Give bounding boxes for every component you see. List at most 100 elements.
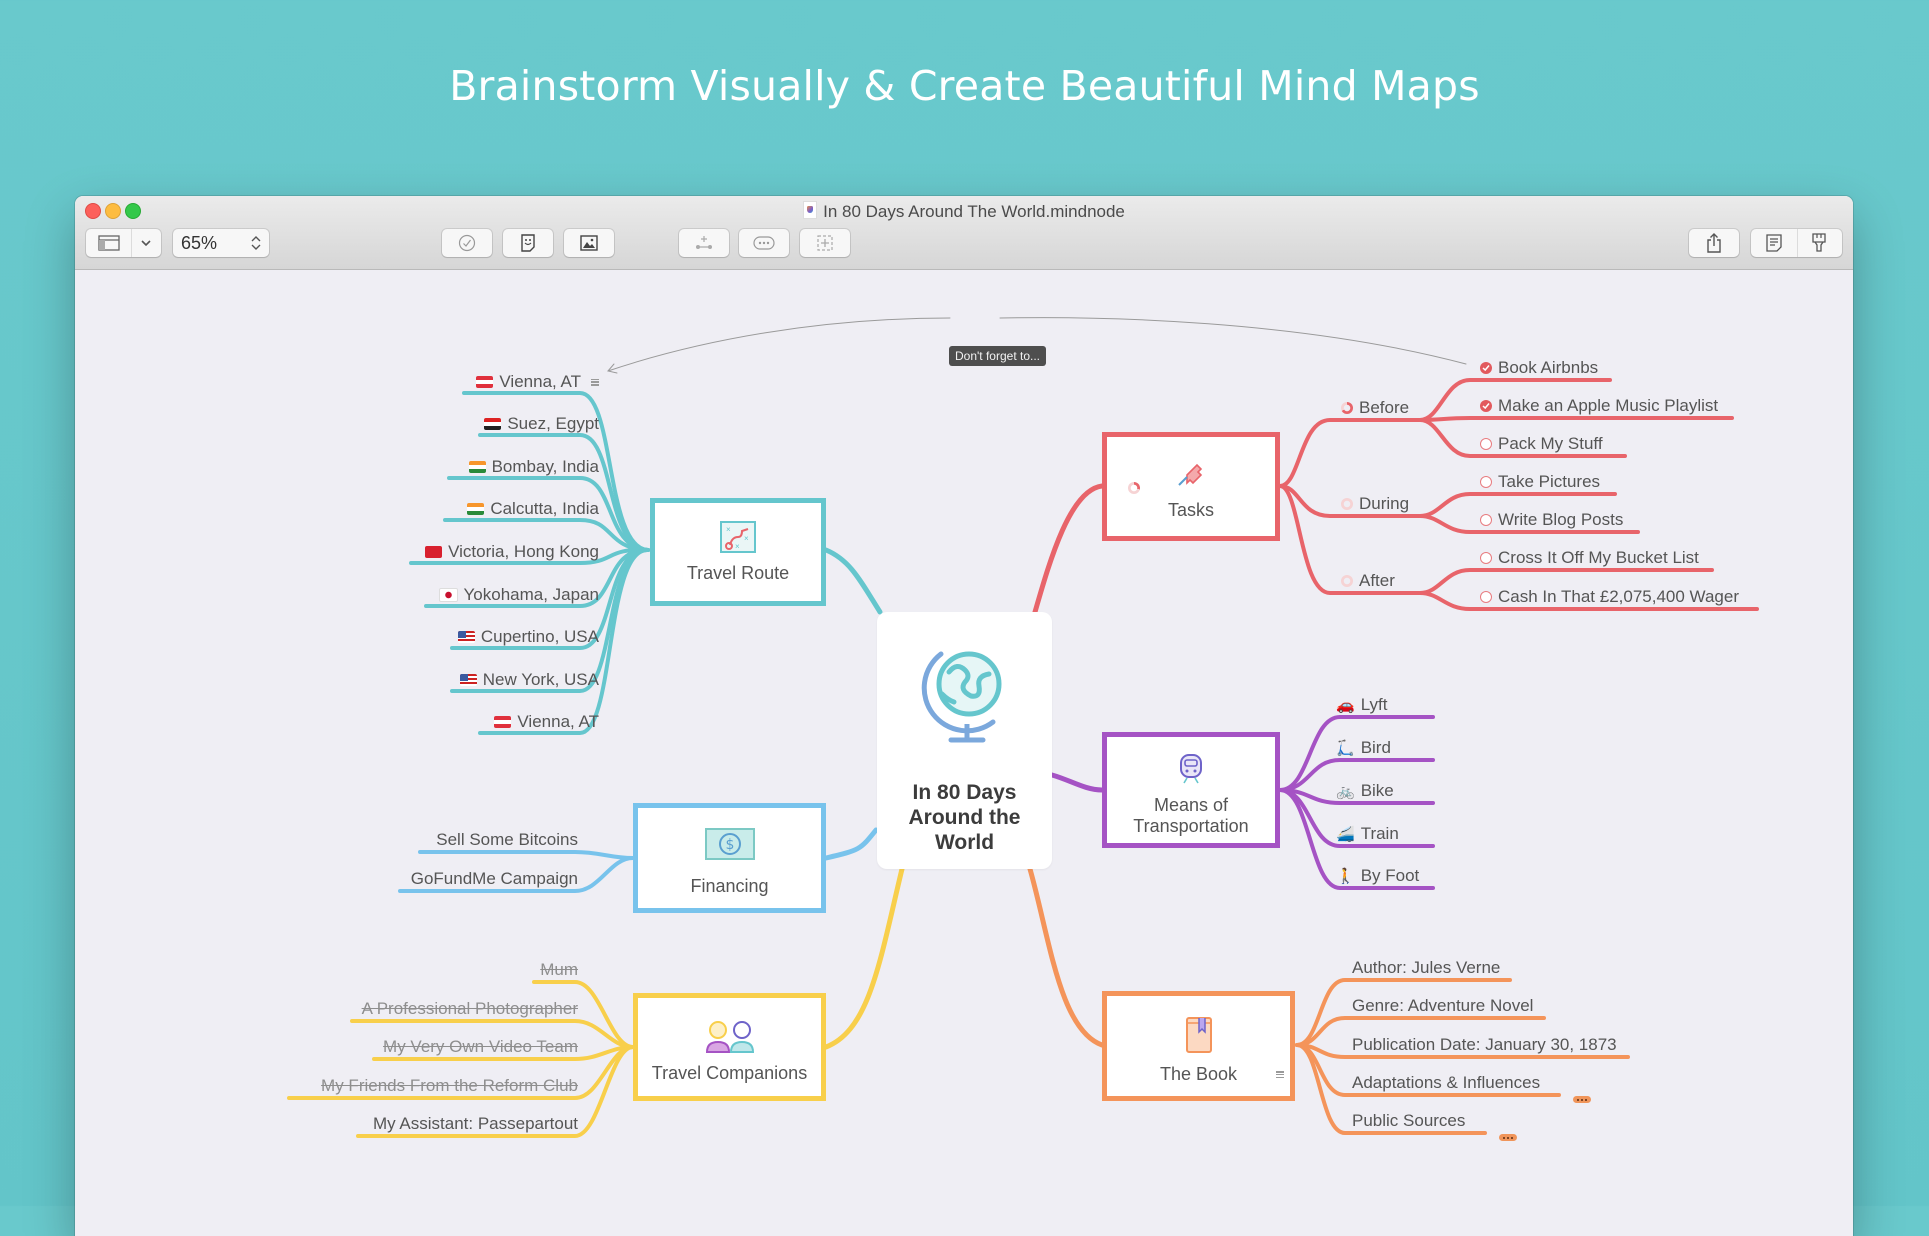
task-group-before[interactable]: Before: [1341, 398, 1409, 418]
node-the-book[interactable]: The Book: [1102, 991, 1295, 1101]
leaf-book[interactable]: Public Sources: [1352, 1111, 1465, 1131]
note-icon[interactable]: [1276, 1071, 1284, 1079]
task-group-during[interactable]: During: [1341, 494, 1409, 514]
task-item[interactable]: Cash In That £2,075,400 Wager: [1480, 587, 1739, 607]
leaf-companion[interactable]: A Professional Photographer: [352, 999, 578, 1019]
node-tasks[interactable]: Tasks: [1102, 432, 1280, 541]
task-progress-indicator: [1341, 575, 1353, 587]
unchecked-task-icon[interactable]: [1480, 476, 1492, 488]
unchecked-task-icon[interactable]: [1480, 514, 1492, 526]
leaf-travel-route-stop[interactable]: Calcutta, India: [449, 499, 599, 519]
leaf-label: Write Blog Posts: [1498, 510, 1624, 529]
leaf-label: Adaptations & Influences: [1352, 1073, 1541, 1092]
task-progress-indicator: [1341, 498, 1353, 510]
leaf-transport[interactable]: 🚶 By Foot: [1336, 866, 1419, 886]
car-icon: 🚗: [1336, 696, 1355, 714]
leaf-travel-route-stop[interactable]: Vienna, AT: [468, 372, 599, 392]
leaf-label: By Foot: [1360, 866, 1420, 885]
leaf-transport[interactable]: 🛴 Bird: [1336, 738, 1391, 758]
node-label: Financing: [690, 876, 769, 896]
central-node[interactable]: In 80 Days Around the World: [877, 612, 1052, 869]
leaf-book[interactable]: Genre: Adventure Novel: [1352, 996, 1533, 1016]
node-label: Travel Route: [686, 563, 790, 583]
leaf-label: Publication Date: January 30, 1873: [1352, 1035, 1617, 1054]
app-window: In 80 Days Around The World.mindnode 65%: [75, 196, 1853, 1236]
leaf-label: Bird: [1360, 738, 1391, 757]
leaf-label: My Friends From the Reform Club: [321, 1076, 578, 1095]
leaf-companion[interactable]: My Very Own Video Team: [374, 1037, 578, 1057]
task-item[interactable]: Cross It Off My Bucket List: [1480, 548, 1699, 568]
unchecked-task-icon[interactable]: [1480, 591, 1492, 603]
leaf-travel-route-stop[interactable]: Bombay, India: [453, 457, 599, 477]
branch-line-financing: [823, 827, 879, 861]
leaf-label: My Very Own Video Team: [383, 1037, 578, 1056]
leaf-travel-route-stop[interactable]: Suez, Egypt: [484, 414, 599, 434]
leaf-label: New York, USA: [482, 670, 599, 689]
flag-in-icon: [468, 461, 486, 473]
node-label: Tasks: [1167, 500, 1214, 520]
leaf-companion[interactable]: My Assistant: Passepartout: [358, 1114, 578, 1134]
leaf-book[interactable]: Publication Date: January 30, 1873: [1352, 1035, 1617, 1055]
task-item[interactable]: Make an Apple Music Playlist: [1480, 396, 1718, 416]
leaf-label: Bombay, India: [491, 457, 599, 476]
leaf-label: A Professional Photographer: [361, 999, 578, 1018]
node-means-of-transportation[interactable]: Means of Transportation: [1102, 732, 1280, 848]
node-label-line2: Transportation: [1133, 816, 1249, 836]
node-financing[interactable]: $ Financing: [633, 803, 826, 913]
flag-at-icon: [476, 376, 494, 388]
leaf-transport[interactable]: 🚲 Bike: [1336, 781, 1394, 801]
node-travel-companions[interactable]: Travel Companions: [633, 993, 826, 1101]
leaf-label: Vienna, AT: [499, 372, 581, 391]
leaf-label: Pack My Stuff: [1498, 434, 1603, 453]
collapsed-children-icon[interactable]: [1499, 1134, 1517, 1141]
checked-task-icon[interactable]: [1480, 362, 1492, 374]
task-group-after[interactable]: After: [1341, 571, 1395, 591]
task-item[interactable]: Write Blog Posts: [1480, 510, 1623, 530]
task-item[interactable]: Pack My Stuff: [1480, 434, 1603, 454]
leaf-label: Before: [1359, 398, 1410, 417]
branch-line-transport: [1049, 772, 1105, 793]
task-item[interactable]: Take Pictures: [1480, 472, 1600, 492]
leaf-financing[interactable]: GoFundMe Campaign: [400, 869, 578, 889]
mind-map-canvas[interactable]: Don't forget to... In 80 Days Around the…: [75, 270, 1853, 1236]
unchecked-task-icon[interactable]: [1480, 552, 1492, 564]
branch-line-book: [1027, 866, 1105, 1048]
globe-icon: [921, 651, 1002, 743]
checked-task-icon[interactable]: [1480, 400, 1492, 412]
leaf-companion[interactable]: My Friends From the Reform Club: [289, 1076, 578, 1096]
leaf-travel-route-stop[interactable]: New York, USA: [456, 670, 599, 690]
svg-text:×: ×: [744, 534, 749, 543]
node-label: Travel Companions: [651, 1063, 808, 1083]
svg-text:×: ×: [735, 542, 740, 551]
leaf-label: Sell Some Bitcoins: [436, 830, 578, 849]
leaf-financing[interactable]: Sell Some Bitcoins: [420, 830, 578, 850]
flag-in-icon: [467, 503, 485, 515]
leaf-travel-route-stop[interactable]: Victoria, Hong Kong: [415, 542, 599, 562]
hero-title: Brainstorm Visually & Create Beautiful M…: [449, 62, 1480, 110]
leaf-companion[interactable]: Mum: [534, 960, 578, 980]
branch-line-companions: [823, 866, 905, 1050]
unchecked-task-icon[interactable]: [1480, 438, 1492, 450]
leaf-travel-route-stop[interactable]: Yokohama, Japan: [430, 585, 599, 605]
node-label-line1: Means of: [1153, 795, 1229, 815]
leaf-transport[interactable]: 🚗 Lyft: [1336, 695, 1387, 715]
node-travel-route[interactable]: × × × Travel Route: [650, 498, 826, 606]
leaf-label: Cross It Off My Bucket List: [1498, 548, 1699, 567]
leaf-book[interactable]: Author: Jules Verne: [1352, 958, 1500, 978]
flag-at-icon: [494, 716, 512, 728]
connection-label[interactable]: Don't forget to...: [949, 346, 1047, 366]
walking-icon: 🚶: [1336, 867, 1355, 885]
task-item[interactable]: Book Airbnbs: [1480, 358, 1598, 378]
leaf-travel-route-stop[interactable]: Cupertino, USA: [456, 627, 599, 647]
leaf-label: Public Sources: [1352, 1111, 1466, 1130]
bicycle-icon: 🚲: [1336, 782, 1355, 800]
leaf-label: Train: [1360, 824, 1399, 843]
route-map-icon: × × ×: [720, 521, 756, 553]
leaf-travel-route-stop[interactable]: Vienna, AT: [484, 712, 599, 732]
leaf-label: After: [1359, 571, 1395, 590]
leaf-book[interactable]: Adaptations & Influences: [1352, 1073, 1540, 1093]
collapsed-children-icon[interactable]: [1573, 1096, 1591, 1103]
leaf-label: Author: Jules Verne: [1352, 958, 1501, 977]
leaf-transport[interactable]: 🚄 Train: [1336, 824, 1399, 844]
note-icon[interactable]: [591, 378, 599, 386]
